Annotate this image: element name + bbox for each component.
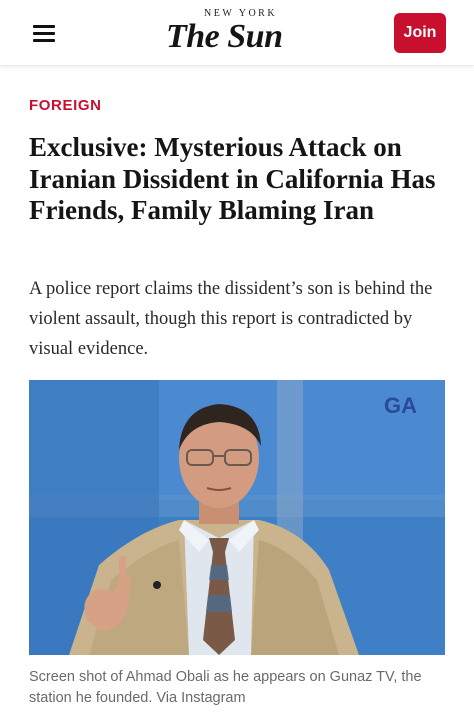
photo-caption: Screen shot of Ahmad Obali as he appears… — [29, 669, 422, 706]
site-header: NEW YORK The Sun Join — [0, 0, 474, 66]
article-photo: GA — [29, 380, 445, 655]
svg-text:GA: GA — [384, 393, 417, 418]
article-headline: Exclusive: Mysterious Attack on Iranian … — [29, 132, 436, 225]
join-button[interactable]: Join — [394, 13, 446, 53]
logo-the-sun-text: The Sun — [166, 18, 283, 55]
article-photo-illustration: GA — [29, 380, 445, 655]
article-dek: A police report claims the dissident’s s… — [29, 279, 433, 359]
category-label[interactable]: FOREIGN — [29, 97, 102, 114]
site-logo[interactable]: NEW YORK The Sun — [160, 4, 320, 62]
gunaz-logo-icon: GA — [384, 393, 417, 418]
hamburger-menu-icon[interactable] — [33, 25, 55, 42]
